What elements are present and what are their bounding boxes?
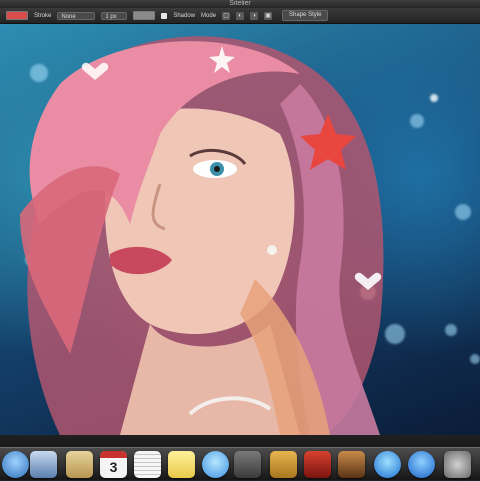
stroke-label: Stroke bbox=[34, 12, 52, 19]
textedit-icon[interactable] bbox=[134, 451, 161, 478]
stroke-color-well[interactable] bbox=[133, 11, 156, 20]
stroke-select[interactable]: None bbox=[57, 11, 96, 20]
iphoto-icon[interactable] bbox=[270, 451, 297, 478]
shadow-checkbox[interactable] bbox=[161, 12, 168, 19]
finder-icon[interactable] bbox=[2, 451, 29, 478]
system-preferences-icon[interactable] bbox=[444, 451, 471, 478]
shape-style-button[interactable]: Shape Style bbox=[282, 10, 329, 21]
mode-multiply-icon[interactable]: ◐ bbox=[236, 11, 245, 20]
facetime-icon[interactable] bbox=[234, 451, 261, 478]
slideshow-icon[interactable] bbox=[338, 451, 365, 478]
shadow-label: Shadow bbox=[173, 12, 196, 19]
photo-booth-icon[interactable] bbox=[304, 451, 331, 478]
calendar-icon[interactable]: 3 bbox=[100, 451, 127, 478]
photo-canvas[interactable] bbox=[0, 24, 480, 435]
portrait-photo bbox=[20, 36, 384, 435]
mode-overlay-icon[interactable]: ▣ bbox=[264, 11, 273, 20]
itunes-icon[interactable] bbox=[374, 451, 401, 478]
app-store-icon[interactable] bbox=[408, 451, 435, 478]
mode-screen-icon[interactable]: ◑ bbox=[250, 11, 259, 20]
mode-normal-icon[interactable]: ▢ bbox=[222, 11, 231, 20]
star-shape[interactable] bbox=[298, 112, 358, 172]
notes-icon[interactable] bbox=[66, 451, 93, 478]
mode-label: Mode bbox=[201, 12, 217, 19]
calendar-day: 3 bbox=[109, 459, 118, 475]
toolbar: Stroke None 1 px Shadow Mode ▢ ◐ ◑ ▣ Sha… bbox=[0, 8, 480, 24]
preview-icon[interactable] bbox=[30, 451, 57, 478]
fill-color-well[interactable] bbox=[6, 11, 28, 20]
dock: 3 bbox=[0, 435, 480, 481]
size-select[interactable]: 1 px bbox=[101, 11, 128, 20]
window-title: Sitelier bbox=[0, 0, 480, 8]
stickies-icon[interactable] bbox=[168, 451, 195, 478]
messages-icon[interactable] bbox=[202, 451, 229, 478]
